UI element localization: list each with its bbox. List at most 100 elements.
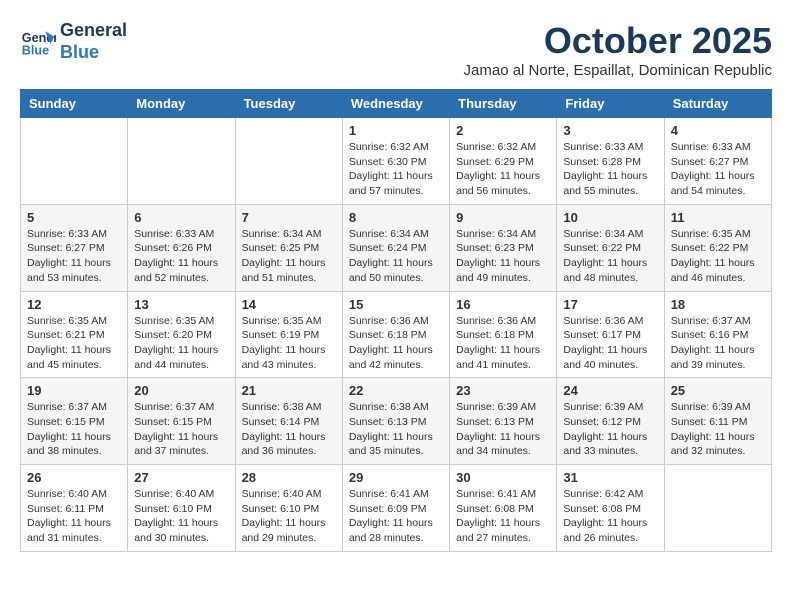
logo: General Blue General Blue xyxy=(20,20,127,63)
day-info: Sunrise: 6:38 AMSunset: 6:14 PMDaylight:… xyxy=(242,400,336,459)
calendar-day-cell xyxy=(21,118,128,205)
calendar-day-cell xyxy=(235,118,342,205)
day-info: Sunrise: 6:36 AMSunset: 6:18 PMDaylight:… xyxy=(349,314,443,373)
day-info: Sunrise: 6:33 AMSunset: 6:26 PMDaylight:… xyxy=(134,227,228,286)
day-info: Sunrise: 6:35 AMSunset: 6:20 PMDaylight:… xyxy=(134,314,228,373)
day-info: Sunrise: 6:32 AMSunset: 6:29 PMDaylight:… xyxy=(456,140,550,199)
day-number: 3 xyxy=(563,123,657,138)
calendar-day-cell: 28Sunrise: 6:40 AMSunset: 6:10 PMDayligh… xyxy=(235,465,342,552)
page-header: General Blue General Blue October 2025 J… xyxy=(20,20,772,79)
calendar-day-cell: 12 Sunrise: 6:35 AMSunset: 6:21 PMDayligh… xyxy=(21,291,128,378)
day-number: 5 xyxy=(27,210,121,225)
day-number: 14 xyxy=(242,297,336,312)
day-number: 1 xyxy=(349,123,443,138)
day-of-week-header: Sunday xyxy=(21,90,128,118)
day-number: 11 xyxy=(671,210,765,225)
calendar-day-cell: 21Sunrise: 6:38 AMSunset: 6:14 PMDayligh… xyxy=(235,378,342,465)
day-info: Sunrise: 6:37 AMSunset: 6:15 PMDaylight:… xyxy=(27,400,121,459)
day-info: Sunrise: 6:39 AMSunset: 6:13 PMDaylight:… xyxy=(456,400,550,459)
calendar-day-cell: 31 Sunrise: 6:42 AMSunset: 6:08 PMDayligh… xyxy=(557,465,664,552)
day-number: 24 xyxy=(563,383,657,398)
day-number: 26 xyxy=(27,470,121,485)
day-number: 9 xyxy=(456,210,550,225)
day-number: 27 xyxy=(134,470,228,485)
calendar-day-cell: 13 Sunrise: 6:35 AMSunset: 6:20 PMDayligh… xyxy=(128,291,235,378)
day-number: 15 xyxy=(349,297,443,312)
day-number: 6 xyxy=(134,210,228,225)
day-info: Sunrise: 6:40 AMSunset: 6:11 PMDaylight:… xyxy=(27,487,121,546)
calendar-day-cell: 16Sunrise: 6:36 AMSunset: 6:18 PMDayligh… xyxy=(450,291,557,378)
day-info: Sunrise: 6:34 AMSunset: 6:25 PMDaylight:… xyxy=(242,227,336,286)
day-info: Sunrise: 6:34 AMSunset: 6:24 PMDaylight:… xyxy=(349,227,443,286)
calendar-day-cell: 1 Sunrise: 6:32 AMSunset: 6:30 PMDaylight… xyxy=(342,118,449,205)
day-number: 7 xyxy=(242,210,336,225)
logo-text-line2: Blue xyxy=(60,42,127,64)
day-info: Sunrise: 6:35 AMSunset: 6:22 PMDaylight:… xyxy=(671,227,765,286)
day-info: Sunrise: 6:38 AMSunset: 6:13 PMDaylight:… xyxy=(349,400,443,459)
day-number: 30 xyxy=(456,470,550,485)
logo-text-line1: General xyxy=(60,20,127,42)
calendar-day-cell: 5 Sunrise: 6:33 AMSunset: 6:27 PMDaylight… xyxy=(21,204,128,291)
calendar-day-cell: 29 Sunrise: 6:41 AMSunset: 6:09 PMDayligh… xyxy=(342,465,449,552)
logo-icon: General Blue xyxy=(20,24,56,60)
calendar-day-cell: 4 Sunrise: 6:33 AMSunset: 6:27 PMDaylight… xyxy=(664,118,771,205)
calendar-day-cell: 20 Sunrise: 6:37 AMSunset: 6:15 PMDayligh… xyxy=(128,378,235,465)
calendar-day-cell: 9Sunrise: 6:34 AMSunset: 6:23 PMDaylight… xyxy=(450,204,557,291)
month-title: October 2025 xyxy=(464,20,772,62)
day-info: Sunrise: 6:35 AMSunset: 6:21 PMDaylight:… xyxy=(27,314,121,373)
day-info: Sunrise: 6:33 AMSunset: 6:27 PMDaylight:… xyxy=(671,140,765,199)
calendar-day-cell: 19 Sunrise: 6:37 AMSunset: 6:15 PMDayligh… xyxy=(21,378,128,465)
day-info: Sunrise: 6:33 AMSunset: 6:27 PMDaylight:… xyxy=(27,227,121,286)
calendar-week-row: 1 Sunrise: 6:32 AMSunset: 6:30 PMDaylight… xyxy=(21,118,772,205)
calendar-day-cell xyxy=(664,465,771,552)
day-info: Sunrise: 6:39 AMSunset: 6:11 PMDaylight:… xyxy=(671,400,765,459)
calendar-day-cell: 30Sunrise: 6:41 AMSunset: 6:08 PMDayligh… xyxy=(450,465,557,552)
calendar-day-cell: 11 Sunrise: 6:35 AMSunset: 6:22 PMDayligh… xyxy=(664,204,771,291)
day-info: Sunrise: 6:32 AMSunset: 6:30 PMDaylight:… xyxy=(349,140,443,199)
day-number: 4 xyxy=(671,123,765,138)
calendar-day-cell: 7 Sunrise: 6:34 AMSunset: 6:25 PMDaylight… xyxy=(235,204,342,291)
calendar-day-cell xyxy=(128,118,235,205)
day-number: 29 xyxy=(349,470,443,485)
day-number: 20 xyxy=(134,383,228,398)
day-info: Sunrise: 6:35 AMSunset: 6:19 PMDaylight:… xyxy=(242,314,336,373)
day-number: 10 xyxy=(563,210,657,225)
day-number: 2 xyxy=(456,123,550,138)
day-of-week-header: Friday xyxy=(557,90,664,118)
calendar-day-cell: 14 Sunrise: 6:35 AMSunset: 6:19 PMDayligh… xyxy=(235,291,342,378)
day-number: 13 xyxy=(134,297,228,312)
day-number: 12 xyxy=(27,297,121,312)
calendar-day-cell: 10 Sunrise: 6:34 AMSunset: 6:22 PMDayligh… xyxy=(557,204,664,291)
day-of-week-header: Saturday xyxy=(664,90,771,118)
day-number: 25 xyxy=(671,383,765,398)
calendar-week-row: 12 Sunrise: 6:35 AMSunset: 6:21 PMDayligh… xyxy=(21,291,772,378)
day-number: 8 xyxy=(349,210,443,225)
day-info: Sunrise: 6:41 AMSunset: 6:09 PMDaylight:… xyxy=(349,487,443,546)
day-info: Sunrise: 6:33 AMSunset: 6:28 PMDaylight:… xyxy=(563,140,657,199)
calendar-week-row: 19 Sunrise: 6:37 AMSunset: 6:15 PMDayligh… xyxy=(21,378,772,465)
calendar-day-cell: 25 Sunrise: 6:39 AMSunset: 6:11 PMDayligh… xyxy=(664,378,771,465)
day-number: 16 xyxy=(456,297,550,312)
calendar-day-cell: 8 Sunrise: 6:34 AMSunset: 6:24 PMDaylight… xyxy=(342,204,449,291)
calendar-day-cell: 22Sunrise: 6:38 AMSunset: 6:13 PMDayligh… xyxy=(342,378,449,465)
calendar-day-cell: 23 Sunrise: 6:39 AMSunset: 6:13 PMDayligh… xyxy=(450,378,557,465)
calendar-day-cell: 27Sunrise: 6:40 AMSunset: 6:10 PMDayligh… xyxy=(128,465,235,552)
calendar-day-cell: 6 Sunrise: 6:33 AMSunset: 6:26 PMDaylight… xyxy=(128,204,235,291)
day-of-week-header: Tuesday xyxy=(235,90,342,118)
day-number: 31 xyxy=(563,470,657,485)
calendar-day-cell: 17Sunrise: 6:36 AMSunset: 6:17 PMDayligh… xyxy=(557,291,664,378)
day-of-week-header: Wednesday xyxy=(342,90,449,118)
calendar-day-cell: 15 Sunrise: 6:36 AMSunset: 6:18 PMDayligh… xyxy=(342,291,449,378)
calendar-day-cell: 18Sunrise: 6:37 AMSunset: 6:16 PMDayligh… xyxy=(664,291,771,378)
day-info: Sunrise: 6:40 AMSunset: 6:10 PMDaylight:… xyxy=(242,487,336,546)
title-section: October 2025 Jamao al Norte, Espaillat, … xyxy=(464,20,772,79)
day-info: Sunrise: 6:42 AMSunset: 6:08 PMDaylight:… xyxy=(563,487,657,546)
svg-text:Blue: Blue xyxy=(22,43,49,57)
calendar-day-cell: 3 Sunrise: 6:33 AMSunset: 6:28 PMDaylight… xyxy=(557,118,664,205)
day-number: 19 xyxy=(27,383,121,398)
day-number: 23 xyxy=(456,383,550,398)
day-number: 18 xyxy=(671,297,765,312)
day-info: Sunrise: 6:37 AMSunset: 6:15 PMDaylight:… xyxy=(134,400,228,459)
calendar-header-row: SundayMondayTuesdayWednesdayThursdayFrid… xyxy=(21,90,772,118)
day-info: Sunrise: 6:34 AMSunset: 6:22 PMDaylight:… xyxy=(563,227,657,286)
